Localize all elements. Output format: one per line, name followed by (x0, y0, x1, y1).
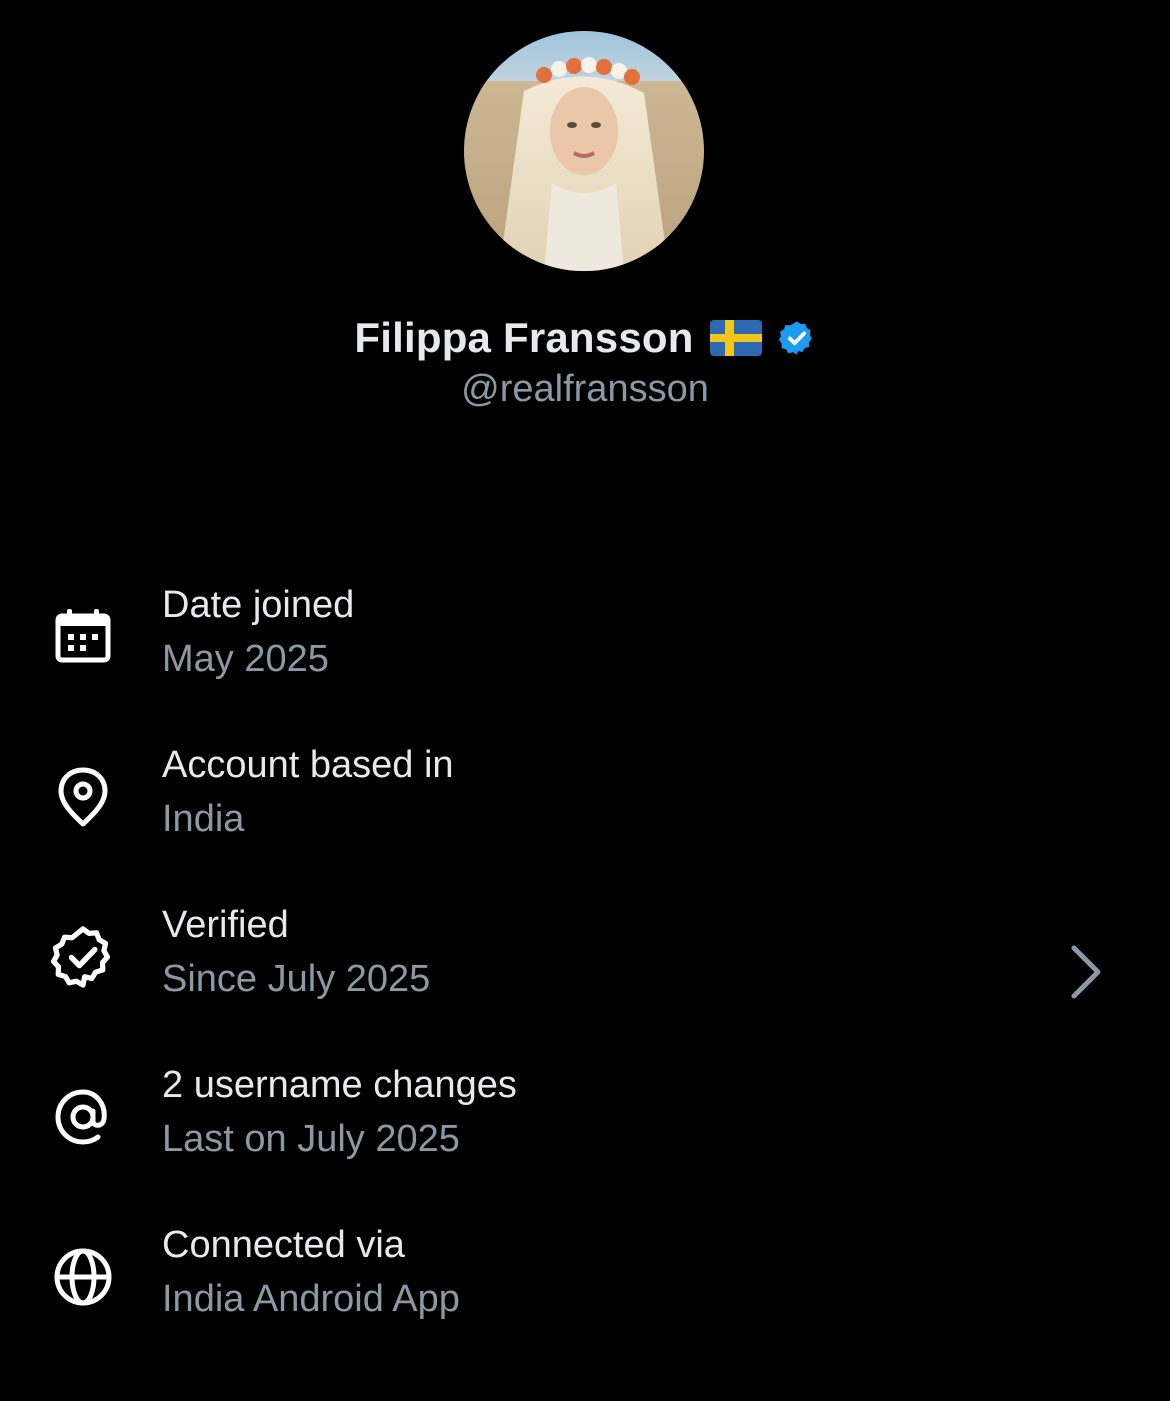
name-row: Filippa Fransson (0, 308, 1170, 368)
date-joined-row: Date joined May 2025 (0, 570, 1170, 730)
verified-row[interactable]: Verified Since July 2025 (0, 890, 1170, 1050)
username-changes-row: 2 username changes Last on July 2025 (0, 1050, 1170, 1210)
connected-via-value: India Android App (162, 1278, 460, 1320)
username-handle: @realfransson (461, 368, 709, 410)
avatar[interactable] (464, 31, 704, 271)
account-location-row: Account based in India (0, 730, 1170, 890)
verified-label: Verified (162, 904, 289, 946)
at-sign-icon (50, 1084, 116, 1150)
account-location-label: Account based in (162, 744, 454, 786)
profile-header: Filippa Fransson @realfransson (0, 0, 1170, 460)
verified-value: Since July 2025 (162, 958, 431, 1000)
display-name: Filippa Fransson (354, 314, 694, 361)
username-changes-value: Last on July 2025 (162, 1118, 460, 1160)
sweden-flag-icon (709, 320, 762, 356)
verified-outline-icon (50, 924, 116, 990)
connected-via-label: Connected via (162, 1224, 405, 1266)
calendar-icon (50, 604, 116, 670)
date-joined-value: May 2025 (162, 638, 329, 680)
location-pin-icon (50, 764, 116, 830)
username-changes-label: 2 username changes (162, 1064, 517, 1106)
verified-badge-icon[interactable] (778, 319, 816, 357)
chevron-right-icon[interactable] (1066, 942, 1106, 1002)
account-location-value: India (162, 798, 245, 840)
about-account-list: Date joined May 2025 Account based in In… (0, 570, 1170, 1370)
connected-via-row: Connected via India Android App (0, 1210, 1170, 1370)
date-joined-label: Date joined (162, 584, 355, 626)
globe-icon (50, 1244, 116, 1310)
